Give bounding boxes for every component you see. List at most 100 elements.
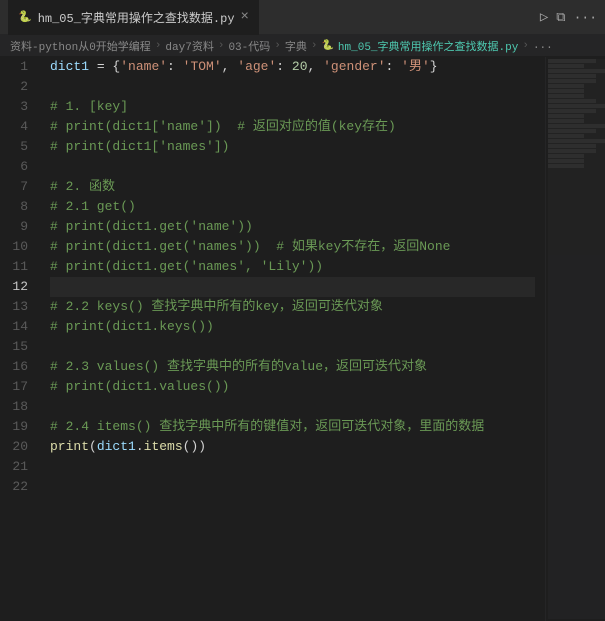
code-line: # 2.2 keys() 查找字典中所有的key，返回可迭代对象: [50, 297, 535, 317]
token-str: 'gender': [323, 57, 385, 77]
line-number: 19: [8, 417, 28, 437]
token-fn: print: [50, 437, 89, 457]
line-number: 15: [8, 337, 28, 357]
line-number: 4: [8, 117, 28, 137]
line-number: 16: [8, 357, 28, 377]
code-line: # print(dict1['name']) # 返回对应的值(key存在): [50, 117, 535, 137]
code-line: # print(dict1.keys()): [50, 317, 535, 337]
code-line: [50, 397, 535, 417]
code-line: # print(dict1.get('names', 'Lily')): [50, 257, 535, 277]
line-number: 22: [8, 477, 28, 497]
code-line: # print(dict1.get('names')) # 如果key不存在，返…: [50, 237, 535, 257]
title-bar: 🐍 hm_05_字典常用操作之查找数据.py × ▷ ⧉ ···: [0, 0, 605, 35]
more-icon[interactable]: ···: [574, 10, 597, 25]
breadcrumb-sep: ›: [218, 40, 225, 52]
line-number: 10: [8, 237, 28, 257]
python-file-icon: 🐍: [18, 10, 32, 24]
breadcrumb-part: day7资料: [165, 38, 213, 54]
token-comment: # 2.4 items() 查找字典中所有的键值对，返回可迭代对象，里面的数据: [50, 417, 484, 437]
code-line: # 2. 函数: [50, 177, 535, 197]
tab-label: hm_05_字典常用操作之查找数据.py: [38, 9, 235, 26]
token-op: :: [167, 57, 183, 77]
code-line: # 2.1 get(): [50, 197, 535, 217]
line-number: 11: [8, 257, 28, 277]
line-number: 12: [8, 277, 28, 297]
active-tab[interactable]: 🐍 hm_05_字典常用操作之查找数据.py ×: [8, 0, 259, 35]
line-number: 21: [8, 457, 28, 477]
code-line: # 2.3 values() 查找字典中的所有的value，返回可迭代对象: [50, 357, 535, 377]
token-var: dict1: [97, 437, 136, 457]
breadcrumb-sep: ›: [274, 40, 281, 52]
code-line: print(dict1.items()): [50, 437, 535, 457]
line-number: 17: [8, 377, 28, 397]
minimap: [545, 57, 605, 621]
line-number: 14: [8, 317, 28, 337]
line-numbers: 12345678910111213141516171819202122: [0, 57, 40, 621]
code-line: [50, 457, 535, 477]
line-number: 13: [8, 297, 28, 317]
code-line: # print(dict1.get('name')): [50, 217, 535, 237]
token-str: 'name': [120, 57, 167, 77]
token-op: :: [276, 57, 292, 77]
token-comment: # 2.3 values() 查找字典中的所有的value，返回可迭代对象: [50, 357, 427, 377]
token-comment: # 1. [key]: [50, 97, 128, 117]
token-method: items: [144, 437, 183, 457]
breadcrumb-sep: ›: [311, 40, 318, 52]
code-area[interactable]: dict1 = {'name': 'TOM', 'age': 20, 'gend…: [40, 57, 545, 621]
breadcrumb-sep: ›: [155, 40, 162, 52]
line-number: 18: [8, 397, 28, 417]
code-line: # print(dict1['names']): [50, 137, 535, 157]
token-comment: # print(dict1.get('names')) # 如果key不存在，返…: [50, 237, 450, 257]
line-number: 3: [8, 97, 28, 117]
breadcrumb-part: 资料-python从0开始学编程: [10, 38, 151, 54]
token-comment: # 2. 函数: [50, 177, 115, 197]
token-op: :: [386, 57, 402, 77]
line-number: 6: [8, 157, 28, 177]
token-comment: # 2.2 keys() 查找字典中所有的key，返回可迭代对象: [50, 297, 383, 317]
code-line: dict1 = {'name': 'TOM', 'age': 20, 'gend…: [50, 57, 535, 77]
token-str: 'TOM': [183, 57, 222, 77]
code-line: [50, 77, 535, 97]
token-comment: # print(dict1.get('name')): [50, 217, 253, 237]
minimap-content: [548, 59, 605, 619]
token-op: ,: [308, 57, 324, 77]
code-line: [50, 277, 535, 297]
breadcrumb-file-icon: 🐍: [321, 40, 333, 52]
code-line: [50, 477, 535, 497]
token-op: (: [89, 437, 97, 457]
title-actions: ▷ ⧉ ···: [540, 9, 597, 26]
token-str: '男': [401, 57, 430, 77]
token-op: }: [430, 57, 438, 77]
editor-area: 12345678910111213141516171819202122 dict…: [0, 57, 605, 621]
line-number: 8: [8, 197, 28, 217]
code-line: # 1. [key]: [50, 97, 535, 117]
breadcrumb-filename: hm_05_字典常用操作之查找数据.py: [338, 38, 518, 54]
token-comment: # 2.1 get(): [50, 197, 136, 217]
run-icon[interactable]: ▷: [540, 9, 548, 26]
split-icon[interactable]: ⧉: [556, 10, 565, 25]
breadcrumb-sep: ›: [522, 40, 529, 52]
breadcrumb: 资料-python从0开始学编程 › day7资料 › 03-代码 › 字典 ›…: [0, 35, 605, 57]
token-op: = {: [89, 57, 120, 77]
token-str: 'age': [237, 57, 276, 77]
line-number: 20: [8, 437, 28, 457]
token-comment: # print(dict1.get('names', 'Lily')): [50, 257, 323, 277]
tab-close-icon[interactable]: ×: [241, 9, 249, 25]
token-comment: # print(dict1.values()): [50, 377, 229, 397]
code-line: # print(dict1.values()): [50, 377, 535, 397]
line-number: 1: [8, 57, 28, 77]
token-num: 20: [292, 57, 308, 77]
line-number: 7: [8, 177, 28, 197]
token-comment: # print(dict1['names']): [50, 137, 229, 157]
breadcrumb-part: 03-代码: [228, 38, 270, 54]
breadcrumb-part: ...: [533, 40, 553, 52]
code-line: # 2.4 items() 查找字典中所有的键值对，返回可迭代对象，里面的数据: [50, 417, 535, 437]
token-op: .: [136, 437, 144, 457]
line-number: 2: [8, 77, 28, 97]
code-line: [50, 157, 535, 177]
line-number: 5: [8, 137, 28, 157]
breadcrumb-part: 字典: [285, 38, 307, 54]
line-number: 9: [8, 217, 28, 237]
code-line: [50, 337, 535, 357]
token-op: ,: [222, 57, 238, 77]
